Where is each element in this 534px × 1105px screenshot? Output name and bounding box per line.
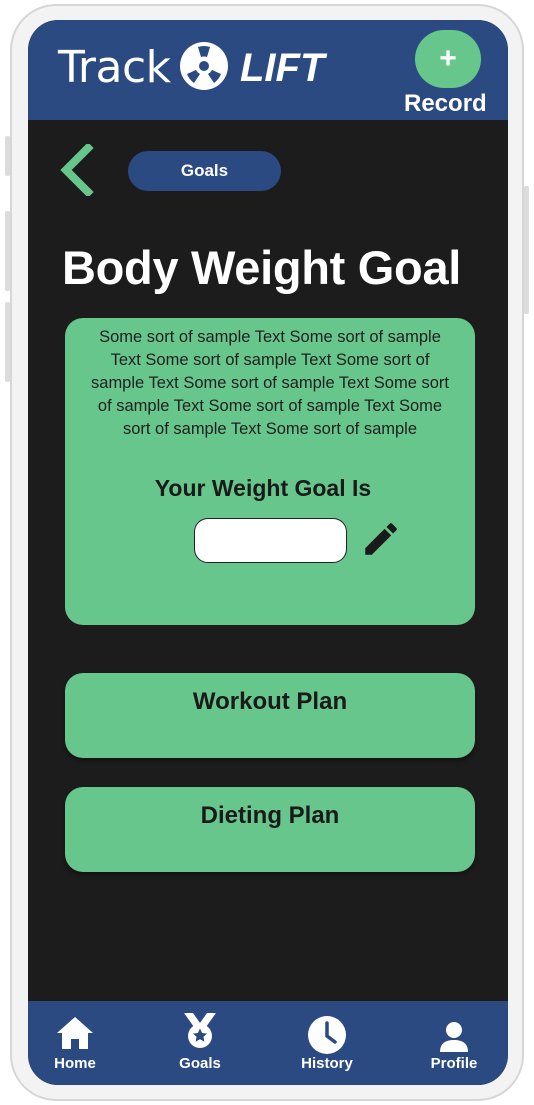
record-label[interactable]: Record: [404, 90, 487, 118]
pencil-icon[interactable]: [360, 518, 402, 560]
goal-description-text: Some sort of sample Text Some sort of sa…: [91, 328, 449, 438]
weight-plate-icon: [180, 42, 228, 90]
nav-item-goals[interactable]: Goals: [150, 1001, 250, 1085]
workout-plan-button[interactable]: Workout Plan: [65, 673, 475, 758]
weight-goal-input[interactable]: [194, 518, 347, 563]
plus-icon: +: [439, 42, 457, 75]
nav-item-home[interactable]: Home: [28, 1001, 125, 1085]
power-button: [524, 186, 529, 314]
dieting-plan-button[interactable]: Dieting Plan: [65, 787, 475, 872]
nav-label-home: Home: [54, 1055, 96, 1072]
app-screen: Track LIFT + Record Goals Body Weight Go…: [28, 20, 508, 1085]
nav-item-history[interactable]: History: [277, 1001, 377, 1085]
logo-text-track: Track: [58, 42, 171, 93]
page-title: Body Weight Goal: [62, 241, 462, 294]
nav-label-history: History: [301, 1055, 353, 1072]
user-icon: [440, 1022, 468, 1052]
medal-icon: [184, 1013, 216, 1048]
volume-down-button: [5, 302, 10, 382]
bottom-nav: Home Goals History Profile: [28, 1001, 508, 1085]
home-icon: [57, 1017, 93, 1049]
weight-goal-heading: Your Weight Goal Is: [154, 475, 372, 501]
weight-goal-card: Some sort of sample Text Some sort of sa…: [65, 318, 475, 625]
volume-up-button: [5, 211, 10, 291]
nav-item-profile[interactable]: Profile: [404, 1001, 504, 1085]
logo-text-lift: LIFT: [240, 46, 325, 90]
app-header: Track LIFT + Record: [28, 20, 508, 120]
clock-icon: [308, 1016, 346, 1054]
mute-switch: [5, 136, 10, 176]
record-button[interactable]: +: [415, 30, 481, 88]
chevron-left-icon[interactable]: [58, 144, 98, 196]
nav-label-profile: Profile: [430, 1055, 478, 1072]
goals-breadcrumb-pill[interactable]: Goals: [128, 151, 281, 191]
nav-label-goals: Goals: [179, 1055, 221, 1072]
